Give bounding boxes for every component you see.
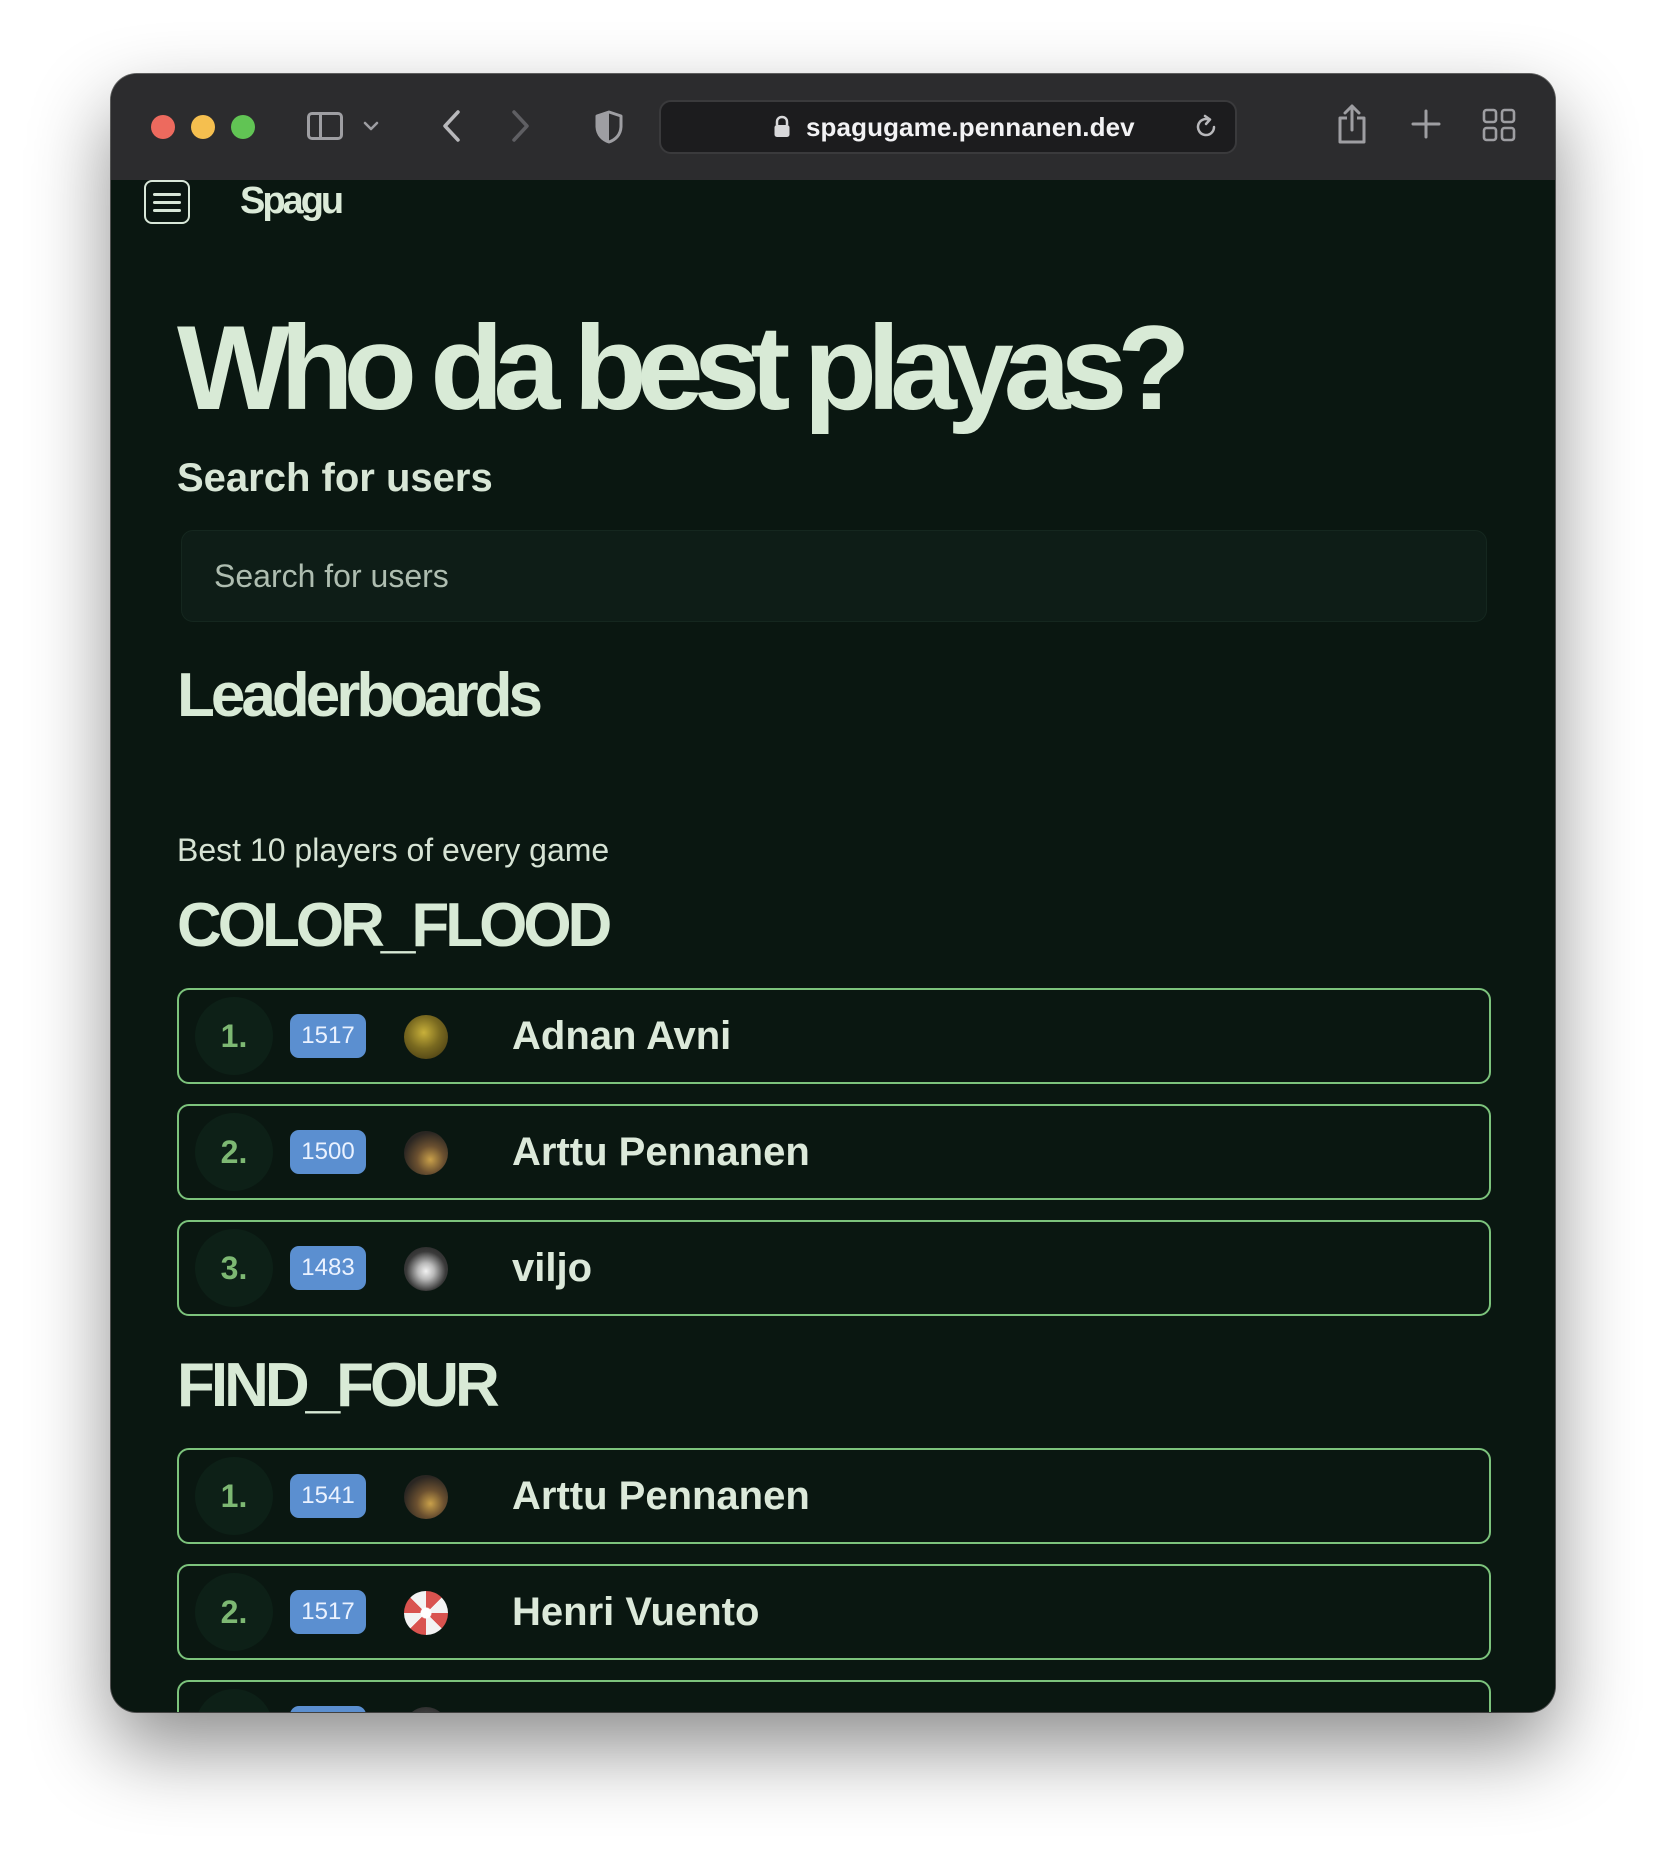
player-name[interactable]: Adnan Avni <box>512 990 731 1082</box>
elo-badge: 1485 <box>290 1706 366 1712</box>
leaderboards-heading: Leaderboards <box>177 661 543 730</box>
player-row[interactable]: 2. 1500 Arttu Pennanen <box>177 1104 1491 1200</box>
address-bar[interactable]: spagugame.pennanen.dev <box>659 100 1237 154</box>
player-row[interactable]: 2. 1517 Henri Vuento <box>177 1564 1491 1660</box>
lock-icon <box>773 115 791 139</box>
rank-number: 2. <box>195 1573 273 1651</box>
game-title: FIND_FOUR <box>177 1351 500 1420</box>
search-input[interactable] <box>181 530 1487 622</box>
privacy-shield-icon[interactable] <box>591 108 627 146</box>
avatar <box>404 1475 448 1519</box>
player-name[interactable]: viljo <box>512 1222 592 1314</box>
avatar <box>404 1015 448 1059</box>
search-label: Search for users <box>177 456 493 500</box>
chevron-down-icon[interactable] <box>357 110 385 142</box>
rank-number: 2. <box>195 1113 273 1191</box>
player-name[interactable]: Arttu Pennanen <box>512 1450 810 1542</box>
menu-line-icon <box>153 208 181 212</box>
browser-toolbar: spagugame.pennanen.dev <box>111 74 1555 181</box>
close-window-button[interactable] <box>151 115 175 139</box>
player-row[interactable]: 3. 1483 viljo <box>177 1220 1491 1316</box>
forward-icon[interactable] <box>501 104 541 148</box>
page-content: Spagu Who da best playas? Search for use… <box>111 180 1555 1712</box>
avatar <box>404 1131 448 1175</box>
avatar <box>404 1591 448 1635</box>
rank-number: 3. <box>195 1689 273 1712</box>
player-row[interactable]: 1. 1541 Arttu Pennanen <box>177 1448 1491 1544</box>
browser-window: spagugame.pennanen.dev Spagu Who da best… <box>111 74 1555 1712</box>
back-icon[interactable] <box>431 104 471 148</box>
player-name[interactable]: Henri Vuento <box>512 1566 759 1658</box>
tab-overview-icon[interactable] <box>1480 106 1518 144</box>
elo-badge: 1500 <box>290 1130 366 1174</box>
leaderboard-find-four: FIND_FOUR 1. 1541 Arttu Pennanen 2. 1517… <box>177 1348 1491 1712</box>
url-text: spagugame.pennanen.dev <box>806 112 1135 142</box>
leaderboard-color-flood: COLOR_FLOOD 1. 1517 Adnan Avni 2. 1500 A… <box>177 888 1491 1316</box>
elo-badge: 1517 <box>290 1590 366 1634</box>
brand-logo[interactable]: Spagu <box>240 180 344 226</box>
minimize-window-button[interactable] <box>191 115 215 139</box>
reload-icon[interactable] <box>1191 112 1221 142</box>
share-icon[interactable] <box>1333 100 1371 148</box>
rank-number: 1. <box>195 997 273 1075</box>
player-row[interactable]: 1. 1517 Adnan Avni <box>177 988 1491 1084</box>
player-list: 1. 1517 Adnan Avni 2. 1500 Arttu Pennane… <box>177 988 1491 1316</box>
zoom-window-button[interactable] <box>231 115 255 139</box>
rank-number: 1. <box>195 1457 273 1535</box>
elo-badge: 1517 <box>290 1014 366 1058</box>
player-name[interactable]: viljo <box>512 1682 592 1712</box>
menu-line-icon <box>153 200 181 204</box>
leaderboards-subtitle: Best 10 players of every game <box>177 832 610 868</box>
new-tab-icon[interactable] <box>1406 104 1446 144</box>
elo-badge: 1483 <box>290 1246 366 1290</box>
elo-badge: 1541 <box>290 1474 366 1518</box>
game-title: COLOR_FLOOD <box>177 891 612 960</box>
hamburger-menu-button[interactable] <box>144 180 190 224</box>
rank-number: 3. <box>195 1229 273 1307</box>
player-list: 1. 1541 Arttu Pennanen 2. 1517 Henri Vue… <box>177 1448 1491 1712</box>
menu-line-icon <box>153 192 181 196</box>
player-name[interactable]: Arttu Pennanen <box>512 1106 810 1198</box>
page-title: Who da best playas? <box>177 301 1191 435</box>
sidebar-toggle-icon[interactable] <box>307 112 343 140</box>
avatar <box>404 1707 448 1712</box>
avatar <box>404 1247 448 1291</box>
player-row[interactable]: 3. 1485 viljo <box>177 1680 1491 1712</box>
